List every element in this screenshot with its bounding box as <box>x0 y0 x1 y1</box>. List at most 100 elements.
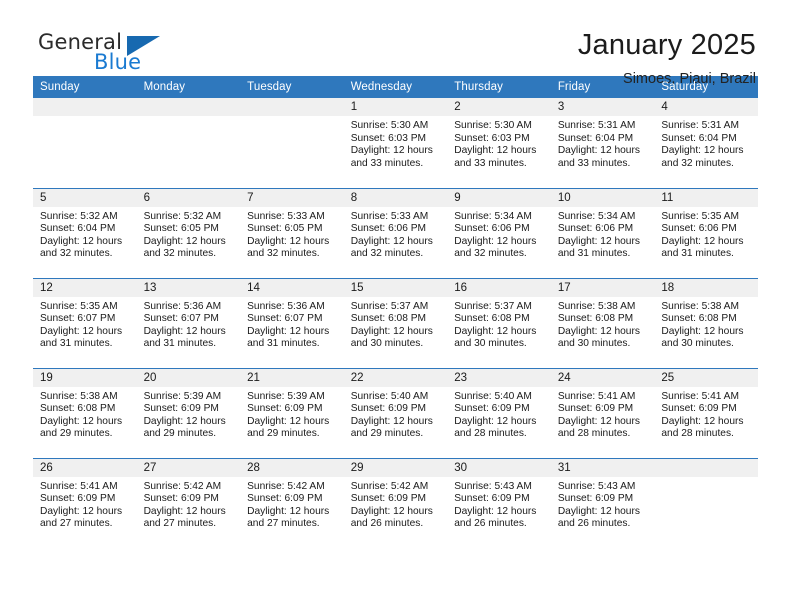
sunset-time: Sunset: 6:09 PM <box>557 403 634 415</box>
calendar-day-cell[interactable]: 30 Sunrise: 5:43 AM Sunset: 6:09 PM Dayligh… <box>447 457 551 548</box>
sunrise-time: Sunrise: 5:42 AM <box>247 480 325 492</box>
calendar-day-cell[interactable]: 15 Sunrise: 5:37 AM Sunset: 6:08 PM Dayligh… <box>343 277 448 368</box>
calendar-day-cell[interactable]: 16 Sunrise: 5:37 AM Sunset: 6:08 PM Dayligh… <box>447 277 551 368</box>
calendar-day-cell[interactable]: 5 Sunrise: 5:32 AM Sunset: 6:04 PM Daylight… <box>33 187 137 278</box>
daylight-duration-line2: and 32 minutes. <box>143 248 217 260</box>
daylight-duration-line1: Daylight: 12 hours <box>247 505 330 517</box>
day-details: Sunrise: 5:39 AM Sunset: 6:09 PM Daylight:… <box>137 387 241 441</box>
daylight-duration-line1: Daylight: 12 hours <box>454 325 537 337</box>
sunset-time: Sunset: 6:06 PM <box>350 223 427 235</box>
day-details: Sunrise: 5:38 AM Sunset: 6:08 PM Daylight:… <box>654 297 758 351</box>
calendar-day-cell[interactable]: 14 Sunrise: 5:36 AM Sunset: 6:07 PM Dayligh… <box>240 277 344 368</box>
calendar-day-cell[interactable]: 21 Sunrise: 5:39 AM Sunset: 6:09 PM Dayligh… <box>240 367 344 458</box>
day-number: 15 <box>343 278 448 297</box>
calendar-day-cell[interactable]: 12 Sunrise: 5:35 AM Sunset: 6:07 PM Dayligh… <box>33 277 137 368</box>
day-number: 28 <box>240 458 344 477</box>
calendar-day-cell[interactable]: 7 Sunrise: 5:33 AM Sunset: 6:05 PM Daylight… <box>240 187 344 278</box>
daylight-duration-line2: and 31 minutes. <box>661 248 734 260</box>
day-number: 8 <box>343 188 448 207</box>
sunrise-time: Sunrise: 5:34 AM <box>454 210 532 222</box>
daylight-duration-line1: Daylight: 12 hours <box>247 235 330 247</box>
calendar-day-cell[interactable]: 13 Sunrise: 5:36 AM Sunset: 6:07 PM Dayligh… <box>136 277 241 368</box>
day-details: Sunrise: 5:40 AM Sunset: 6:09 PM Daylight:… <box>344 387 448 441</box>
sunset-time: Sunset: 6:06 PM <box>661 223 737 235</box>
calendar-day-cell[interactable]: 22 Sunrise: 5:40 AM Sunset: 6:09 PM Dayligh… <box>343 367 448 458</box>
day-number: 24 <box>550 368 655 387</box>
daylight-duration-line2: and 30 minutes. <box>557 338 631 350</box>
day-details: Sunrise: 5:30 AM Sunset: 6:03 PM Daylight:… <box>447 116 551 170</box>
sunset-time: Sunset: 6:08 PM <box>350 313 427 325</box>
sunset-time: Sunset: 6:07 PM <box>143 313 219 325</box>
day-number: 3 <box>550 98 655 116</box>
sunrise-time: Sunrise: 5:39 AM <box>143 390 222 402</box>
daylight-duration-line2: and 26 minutes. <box>454 518 527 530</box>
calendar-day-cell[interactable]: 3 Sunrise: 5:31 AM Sunset: 6:04 PM Daylight… <box>550 98 655 188</box>
calendar-day-cell[interactable]: 23 Sunrise: 5:40 AM Sunset: 6:09 PM Dayligh… <box>447 367 551 458</box>
day-details: Sunrise: 5:41 AM Sunset: 6:09 PM Daylight:… <box>654 387 758 441</box>
sunset-time: Sunset: 6:06 PM <box>557 223 634 235</box>
calendar-day-cell[interactable]: 28 Sunrise: 5:42 AM Sunset: 6:09 PM Dayligh… <box>240 457 344 548</box>
daylight-duration-line1: Daylight: 12 hours <box>40 325 123 337</box>
calendar-empty-cell <box>33 98 137 188</box>
calendar-day-cell[interactable]: 20 Sunrise: 5:39 AM Sunset: 6:09 PM Dayligh… <box>136 367 241 458</box>
day-details: Sunrise: 5:41 AM Sunset: 6:09 PM Daylight:… <box>33 477 137 531</box>
calendar-day-cell[interactable]: 29 Sunrise: 5:42 AM Sunset: 6:09 PM Dayligh… <box>343 457 448 548</box>
calendar-day-cell[interactable]: 4 Sunrise: 5:31 AM Sunset: 6:04 PM Daylight… <box>654 98 758 188</box>
calendar-day-cell[interactable]: 11 Sunrise: 5:35 AM Sunset: 6:06 PM Dayligh… <box>654 187 758 278</box>
daylight-duration-line2: and 32 minutes. <box>661 157 734 169</box>
calendar-body: 1 Sunrise: 5:30 AM Sunset: 6:03 PM Daylight… <box>33 98 758 548</box>
day-number: 9 <box>447 188 551 207</box>
day-number: 11 <box>654 188 758 207</box>
calendar-day-cell[interactable]: 17 Sunrise: 5:38 AM Sunset: 6:08 PM Dayligh… <box>550 277 655 368</box>
day-number: 6 <box>136 188 241 207</box>
calendar-day-cell[interactable]: 25 Sunrise: 5:41 AM Sunset: 6:09 PM Dayligh… <box>654 367 758 458</box>
sunset-time: Sunset: 6:09 PM <box>40 493 116 505</box>
calendar-day-cell[interactable]: 27 Sunrise: 5:42 AM Sunset: 6:09 PM Dayligh… <box>136 457 241 548</box>
calendar-empty-cell <box>136 98 241 188</box>
sunset-time: Sunset: 6:08 PM <box>661 313 737 325</box>
sunrise-time: Sunrise: 5:41 AM <box>661 390 739 402</box>
sunrise-time: Sunrise: 5:30 AM <box>350 120 429 131</box>
calendar-day-cell[interactable]: 6 Sunrise: 5:32 AM Sunset: 6:05 PM Daylight… <box>136 187 241 278</box>
sunset-time: Sunset: 6:07 PM <box>40 313 116 325</box>
daylight-duration-line1: Daylight: 12 hours <box>350 325 433 337</box>
sunset-time: Sunset: 6:09 PM <box>557 493 634 505</box>
calendar-day-cell[interactable]: 10 Sunrise: 5:34 AM Sunset: 6:06 PM Dayligh… <box>550 187 655 278</box>
calendar-day-cell[interactable]: 31 Sunrise: 5:43 AM Sunset: 6:09 PM Dayligh… <box>550 457 655 548</box>
calendar-day-cell[interactable]: 2 Sunrise: 5:30 AM Sunset: 6:03 PM Daylight… <box>447 98 551 188</box>
calendar-week-row: 12 Sunrise: 5:35 AM Sunset: 6:07 PM Dayligh… <box>33 277 758 368</box>
day-number: 5 <box>33 188 137 207</box>
sunrise-time: Sunrise: 5:35 AM <box>40 300 118 312</box>
daylight-duration-line2: and 32 minutes. <box>247 248 320 260</box>
calendar-day-cell[interactable]: 26 Sunrise: 5:41 AM Sunset: 6:09 PM Dayligh… <box>33 457 137 548</box>
daylight-duration-line1: Daylight: 12 hours <box>350 235 433 247</box>
day-number: 22 <box>343 368 448 387</box>
daylight-duration-line2: and 27 minutes. <box>143 518 217 530</box>
day-details: Sunrise: 5:30 AM Sunset: 6:03 PM Daylight:… <box>344 116 448 170</box>
day-number: 26 <box>33 458 137 477</box>
calendar-day-cell[interactable]: 19 Sunrise: 5:38 AM Sunset: 6:08 PM Dayligh… <box>33 367 137 458</box>
daylight-duration-line1: Daylight: 12 hours <box>557 415 640 427</box>
calendar-page: General Blue January 2025 Simoes, Piaui,… <box>0 0 792 612</box>
day-details: Sunrise: 5:42 AM Sunset: 6:09 PM Daylight:… <box>344 477 448 531</box>
day-details: Sunrise: 5:37 AM Sunset: 6:08 PM Daylight:… <box>344 297 448 351</box>
calendar-day-cell[interactable]: 24 Sunrise: 5:41 AM Sunset: 6:09 PM Dayligh… <box>550 367 655 458</box>
sunrise-time: Sunrise: 5:38 AM <box>661 300 739 312</box>
daylight-duration-line1: Daylight: 12 hours <box>350 415 433 427</box>
daylight-duration-line2: and 33 minutes. <box>557 157 631 169</box>
calendar-day-cell[interactable]: 9 Sunrise: 5:34 AM Sunset: 6:06 PM Daylight… <box>447 187 551 278</box>
day-number: 12 <box>33 278 137 297</box>
calendar-day-cell[interactable]: 8 Sunrise: 5:33 AM Sunset: 6:06 PM Daylight… <box>343 187 448 278</box>
sunrise-time: Sunrise: 5:34 AM <box>557 210 636 222</box>
general-blue-logo[interactable]: General Blue <box>34 28 164 78</box>
calendar-day-cell[interactable]: 1 Sunrise: 5:30 AM Sunset: 6:03 PM Daylight… <box>343 98 448 188</box>
sunrise-time: Sunrise: 5:36 AM <box>143 300 222 312</box>
daylight-duration-line1: Daylight: 12 hours <box>661 415 744 427</box>
sunset-time: Sunset: 6:04 PM <box>557 132 634 144</box>
calendar-day-cell[interactable]: 18 Sunrise: 5:38 AM Sunset: 6:08 PM Dayligh… <box>654 277 758 368</box>
sunset-time: Sunset: 6:08 PM <box>557 313 634 325</box>
daylight-duration-line2: and 29 minutes. <box>247 428 320 440</box>
weekday-header-tuesday: Tuesday <box>240 76 344 98</box>
day-number: 13 <box>136 278 241 297</box>
sunrise-time: Sunrise: 5:30 AM <box>454 120 532 131</box>
